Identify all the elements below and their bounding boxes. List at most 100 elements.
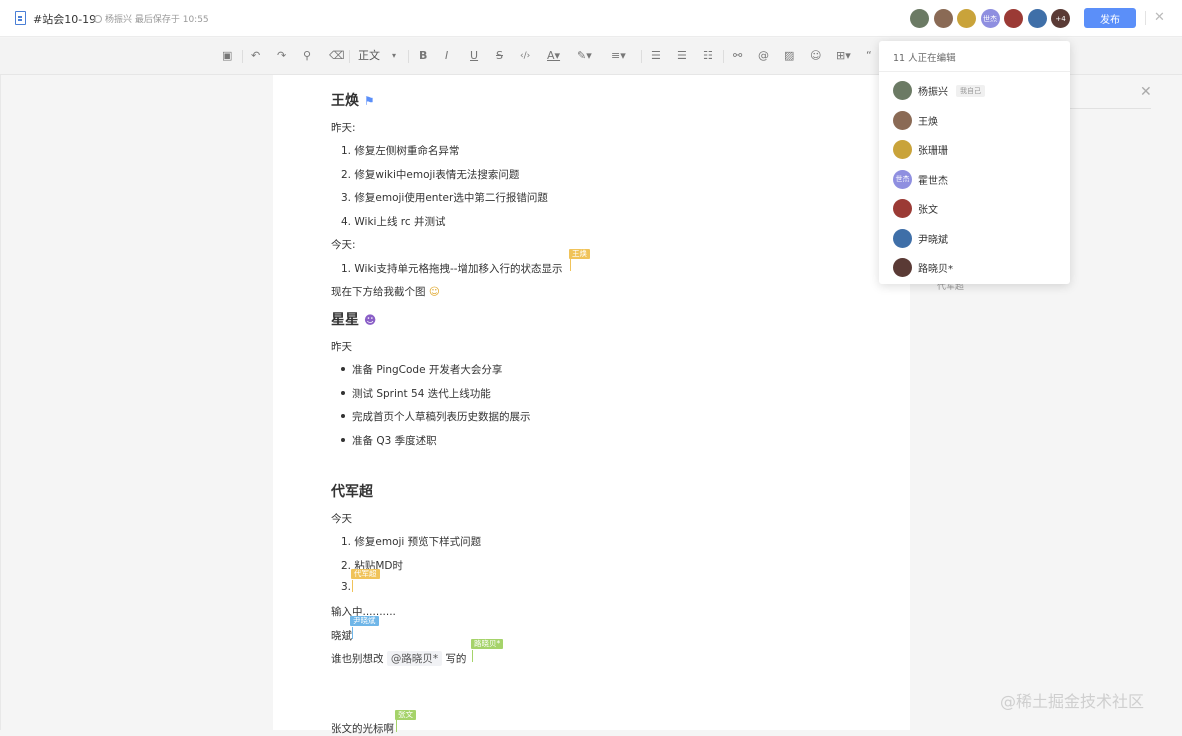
left-border [0,75,1,730]
italic-icon[interactable]: I [445,48,448,64]
list-number: 1. [341,263,352,275]
list-item: 1. Wiki支持单元格拖拽--增加移入行的状态显示 [341,261,563,276]
list-item-text: 修复emoji使用enter选中第二行报错问题 [354,192,548,204]
list-number: 4. [341,216,352,228]
clock-icon [94,15,102,23]
ordered-list-icon[interactable]: ☰ [651,48,661,64]
table-icon[interactable]: ⊞▾ [836,48,851,64]
panel-close-icon[interactable]: ✕ [1140,84,1152,100]
paragraph-text: 谁也别想改 [331,653,384,665]
avatar [893,228,912,248]
emoji-icon[interactable]: ☺ [810,48,821,64]
bullet-icon [341,391,345,395]
avatar[interactable] [1027,9,1047,28]
section-heading: 王焕 ⚑ [331,90,375,110]
cursor-tag: 代军超 [351,569,380,579]
list-number: 2. [341,560,352,572]
avatar[interactable] [910,9,929,28]
remote-cursor [352,580,353,592]
editor-name: 尹晓斌 [918,234,948,246]
list-item-text: 修复左侧树重命名异常 [354,145,460,157]
list-item: 1. 修复左侧树重命名异常 [341,143,459,158]
highlight-icon[interactable]: ✎▾ [577,48,592,64]
list-item-text: 修复emoji 预览下样式问题 [354,536,482,548]
flag-icon: ⚑ [363,94,375,108]
paragraph: 张文的光标啊 [331,723,394,735]
list-item: 测试 Sprint 54 迭代上线功能 [352,388,491,400]
list-number: 3. [341,192,352,204]
list-item-text: Wiki支持单元格拖拽--增加移入行的状态显示 [354,263,563,275]
document-page[interactable]: 王焕 ⚑ 昨天: 1. 修复左侧树重命名异常 2. 修复wiki中emoji表情… [273,75,910,735]
underline-icon[interactable]: U [470,48,478,64]
avatar[interactable] [957,9,976,28]
link-icon[interactable]: ⚯ [733,48,742,64]
avatar [893,110,912,130]
divider [242,50,243,63]
avatar[interactable]: +4 [1051,9,1070,28]
divider [879,71,1070,72]
divider [1145,11,1146,25]
bullet-list-icon[interactable]: ☰ [677,48,687,64]
mention-icon[interactable]: @ [758,48,769,64]
paragraph: 昨天 [331,341,352,353]
editor-list-item[interactable]: 王焕 [893,110,938,130]
checklist-icon[interactable]: ☷ [703,48,713,64]
clear-format-icon[interactable]: ⌫ [329,48,345,64]
section-heading: 代军超 [331,484,373,500]
list-item: 完成首页个人草稿列表历史数据的展示 [352,411,531,423]
list-number: 2. [341,169,352,181]
font-color-icon[interactable]: A▾ [547,48,560,64]
editor-list-item[interactable]: 路晓贝* [893,258,953,277]
editor-name: 路晓贝* [918,264,953,275]
list-item: 准备 Q3 季度述职 [352,435,437,447]
document-icon [15,11,26,25]
paragraph-style-select[interactable]: 正文 [358,48,380,64]
list-item: 2. 修复wiki中emoji表情无法搜索问题 [341,167,519,182]
image-icon[interactable]: ▨ [784,48,794,64]
save-status: 杨振兴 最后保存于 10:55 [94,12,209,25]
user-mention[interactable]: @路晓贝* [386,651,443,666]
collaborator-avatars[interactable]: 世杰 +4 [910,9,1075,28]
editor-list-item[interactable]: 张文 [893,199,938,218]
bullet-icon [341,438,345,442]
undo-icon[interactable]: ↶ [251,48,260,64]
heading-text: 王焕 [331,93,359,109]
editor-list-item[interactable]: 世杰 霍世杰 [893,169,948,189]
divider [723,50,724,63]
format-painter-icon[interactable]: ⚲ [303,48,311,64]
list-item: 1. 修复emoji 预览下样式问题 [341,534,481,549]
align-icon[interactable]: ≡▾ [611,48,626,64]
quote-icon[interactable]: “ [866,48,872,64]
watermark: @稀土掘金技术社区 [1000,692,1145,711]
editor-name: 杨振兴 [918,87,948,98]
avatar[interactable]: 世杰 [980,9,1000,28]
editor-list-item[interactable]: 张珊珊 [893,140,948,159]
bold-icon[interactable]: B [419,48,427,64]
editor-name: 霍世杰 [918,175,948,187]
list-number: 3. [341,581,352,593]
chevron-down-icon[interactable]: ▾ [392,48,396,64]
remote-cursor [570,259,571,271]
avatar[interactable] [933,9,953,28]
close-icon[interactable]: ✕ [1154,10,1165,25]
divider [408,50,409,63]
list-item-text: 修复wiki中emoji表情无法搜索问题 [354,169,520,181]
save-icon[interactable]: ▣ [222,48,232,64]
paragraph: 今天: [331,239,356,251]
paragraph: 今天 [331,513,352,525]
editor-list-item[interactable]: 杨振兴 我自己 [893,81,985,100]
bullet-icon [341,414,345,418]
avatar [893,199,912,218]
cursor-tag: 王焕 [569,249,590,259]
list-item: 3. [341,581,351,593]
self-badge: 我自己 [956,84,985,97]
publish-button[interactable]: 发布 [1084,8,1136,28]
redo-icon[interactable]: ↷ [277,48,286,64]
code-icon[interactable]: ‹/› [520,48,530,64]
paragraph: 谁也别想改 @路晓贝* 写的 [331,651,466,666]
editor-list-item[interactable]: 尹晓斌 [893,228,948,248]
avatar[interactable] [1004,9,1023,28]
document-title[interactable]: #站会10-19 [33,11,96,27]
list-item: 4. Wiki上线 rc 并测试 [341,214,445,229]
strikethrough-icon[interactable]: S [496,48,503,64]
